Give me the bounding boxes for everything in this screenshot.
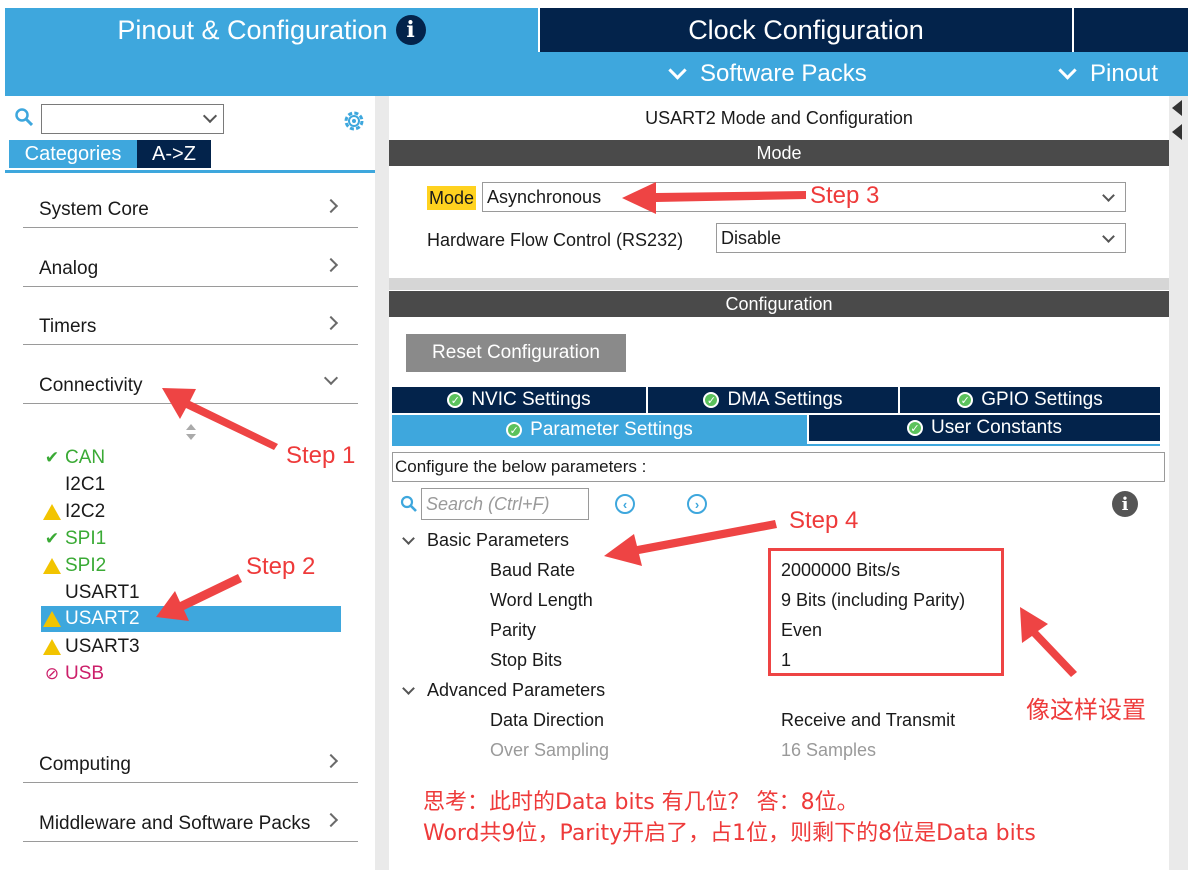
search-icon (400, 495, 417, 512)
check-icon: ✔ (44, 448, 60, 467)
mode-label: Mode (427, 186, 477, 210)
peripheral-item[interactable]: USART3 (41, 634, 341, 660)
tab-overflow[interactable] (1074, 8, 1188, 52)
search-icon (15, 108, 33, 126)
reset-configuration-button[interactable]: Reset Configuration (406, 334, 626, 372)
chevron-right-icon (323, 257, 339, 273)
param-word-length-label: Word Length (490, 590, 593, 610)
chevron-down-icon (323, 370, 339, 386)
annotation-step-4: Step 4 (789, 507, 859, 534)
warning-icon (43, 504, 61, 520)
basic-parameters-group[interactable]: Basic Parameters (427, 530, 569, 551)
annotation-set-like-this: 像这样设置 (1026, 697, 1146, 724)
param-stop-bits-label: Stop Bits (490, 650, 563, 670)
configure-hint: Configure the below parameters : (392, 452, 1165, 482)
category-analog[interactable]: Analog (23, 239, 358, 287)
next-match-icon[interactable]: › (687, 494, 707, 514)
check-icon: ✔ (44, 529, 60, 548)
category-middleware[interactable]: Middleware and Software Packs (23, 794, 358, 842)
chevron-down-icon (668, 60, 687, 80)
param-data-direction-value[interactable]: Receive and Transmit (781, 710, 955, 731)
advanced-parameters-group[interactable]: Advanced Parameters (427, 680, 605, 701)
disabled-icon: ⊘ (44, 664, 60, 683)
tab-gpio-settings[interactable]: ✓ GPIO Settings (900, 387, 1160, 413)
flow-control-select[interactable]: Disable (716, 223, 1126, 253)
category-connectivity[interactable]: Connectivity (23, 356, 358, 404)
tab-nvic-settings[interactable]: ✓ NVIC Settings (392, 387, 646, 413)
info-icon[interactable]: i (395, 15, 426, 45)
tab-categories[interactable]: Categories (9, 140, 137, 168)
check-circle-icon: ✓ (957, 392, 974, 408)
panel-title: USART2 Mode and Configuration (645, 108, 913, 128)
category-system-core[interactable]: System Core (23, 180, 358, 228)
peripheral-item[interactable]: USART1 (41, 580, 341, 606)
annotation-step-3: Step 3 (810, 182, 880, 209)
tab-user-constants[interactable]: ✓ User Constants (809, 415, 1160, 441)
collapse-arrow-icon[interactable] (1172, 100, 1182, 116)
peripheral-item[interactable]: I2C1 (41, 472, 341, 498)
peripheral-item[interactable]: ✔ SPI1 (41, 526, 341, 552)
warning-icon (43, 558, 61, 574)
param-over-sampling-label: Over Sampling (490, 740, 610, 760)
param-data-direction-label: Data Direction (490, 710, 605, 730)
highlight-box (768, 548, 1004, 676)
peripheral-item-selected[interactable]: USART2 (41, 606, 341, 632)
pinout-menu[interactable]: Pinout (1058, 60, 1158, 88)
config-tab-underline (392, 444, 1160, 446)
panel-splitter[interactable] (375, 96, 389, 870)
param-parity-label: Parity (490, 620, 537, 640)
section-divider (389, 278, 1169, 290)
chevron-right-icon (323, 315, 339, 331)
collapse-arrow-icon[interactable] (1172, 124, 1182, 140)
param-over-sampling-value: 16 Samples (781, 740, 877, 760)
top-tab-bar: Pinout & Configuration i Clock Configura… (0, 0, 1188, 52)
peripheral-item[interactable]: I2C2 (41, 499, 341, 525)
left-panel: Categories A->Z System Core Analog Timer… (5, 96, 375, 870)
annotation-question: 思考：此时的Data bits 有几位？ 答：8位。 (423, 790, 859, 815)
category-view-tabs: Categories A->Z (9, 140, 211, 168)
sort-icon[interactable] (185, 422, 197, 442)
chevron-right-icon (323, 812, 339, 828)
annotation-step-2: Step 2 (246, 553, 316, 580)
software-packs-menu[interactable]: Software Packs (668, 60, 867, 88)
mode-select[interactable]: Asynchronous (482, 182, 1126, 212)
tab-clock-configuration[interactable]: Clock Configuration (540, 8, 1072, 52)
category-computing[interactable]: Computing (23, 735, 358, 783)
category-search-select[interactable] (41, 104, 224, 134)
category-timers[interactable]: Timers (23, 297, 358, 345)
category-search-row (5, 100, 375, 134)
configuration-section-header: Configuration (389, 291, 1169, 317)
tab-parameter-settings[interactable]: ✓ Parameter Settings (392, 415, 807, 445)
annotation-step-1: Step 1 (286, 442, 356, 469)
tab-a-to-z[interactable]: A->Z (137, 140, 211, 168)
chevron-right-icon (323, 753, 339, 769)
check-circle-icon: ✓ (907, 420, 924, 436)
warning-icon (43, 611, 61, 627)
mode-section-header: Mode (389, 140, 1169, 166)
check-circle-icon: ✓ (447, 392, 464, 408)
chevron-down-icon (1058, 60, 1077, 80)
param-baud-rate-label: Baud Rate (490, 560, 576, 580)
chevron-down-icon (1102, 230, 1115, 243)
tab-dma-settings[interactable]: ✓ DMA Settings (648, 387, 898, 413)
flow-control-label: Hardware Flow Control (RS232) (427, 230, 684, 250)
chevron-down-icon (1102, 189, 1115, 202)
previous-match-icon[interactable]: ‹ (615, 494, 635, 514)
chevron-down-icon (202, 108, 218, 124)
gear-icon[interactable] (341, 108, 367, 134)
warning-icon (43, 639, 61, 655)
chevron-right-icon (323, 198, 339, 214)
check-circle-icon: ✓ (506, 422, 523, 438)
parameter-search-input[interactable]: Search (Ctrl+F) (421, 488, 589, 520)
tab-underline (5, 170, 375, 173)
sub-toolbar: Software Packs Pinout (5, 52, 1188, 96)
info-icon[interactable]: i (1112, 491, 1138, 517)
tab-pinout-configuration[interactable]: Pinout & Configuration i (5, 8, 538, 52)
annotation-explanation: Word共9位，Parity开启了，占1位，则剩下的8位是Data bits (423, 821, 1036, 846)
check-circle-icon: ✓ (703, 392, 720, 408)
peripheral-item[interactable]: ⊘ USB (41, 661, 341, 687)
right-scroll-edge[interactable] (1169, 96, 1188, 870)
